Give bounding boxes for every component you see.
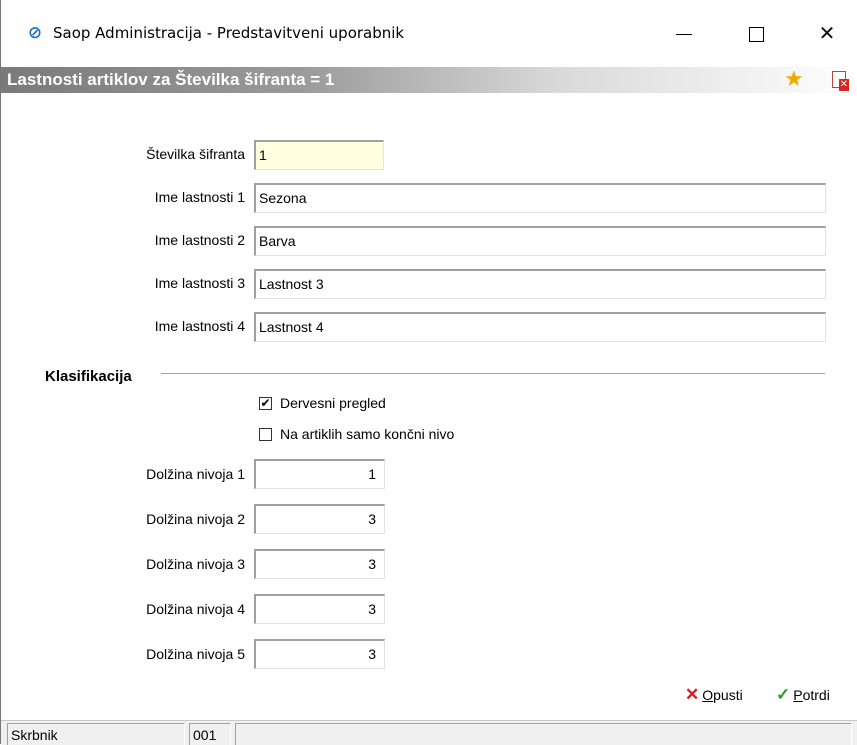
level-label-2: Dolžina nivoja 2 — [146, 511, 245, 527]
minimize-button[interactable] — [661, 15, 707, 51]
koncni-nivo-checkbox[interactable] — [259, 428, 272, 441]
close-button[interactable]: ✕ — [804, 15, 850, 51]
level-label-5: Dolžina nivoja 5 — [146, 646, 245, 662]
form-title: Lastnosti artiklov za Številka šifranta … — [7, 70, 335, 89]
application-window: ⊘ Saop Administracija - Predstavitveni u… — [0, 0, 857, 745]
level-3-field[interactable]: 3 — [254, 549, 385, 579]
confirm-button[interactable]: ✓ Potrdi — [776, 685, 830, 705]
ime-lastnosti-1-field[interactable]: Sezona — [254, 183, 826, 213]
maximize-button[interactable] — [733, 15, 779, 51]
status-user: Skrbnik — [7, 723, 185, 745]
field-label-ime-lastnosti-2: Ime lastnosti 2 — [154, 232, 245, 248]
close-icon: ✕ — [818, 21, 836, 45]
status-code: 001 — [189, 723, 231, 745]
status-extra — [235, 723, 852, 745]
cancel-button[interactable]: ✕ Opusti — [685, 685, 743, 705]
level-label-1: Dolžina nivoja 1 — [146, 466, 245, 482]
dervesni-pregled-checkbox[interactable]: ✔ — [259, 397, 272, 410]
ime-lastnosti-2-field[interactable]: Barva — [254, 226, 826, 256]
window-title: Saop Administracija - Predstavitveni upo… — [53, 24, 405, 42]
section-divider — [161, 373, 825, 375]
level-label-4: Dolžina nivoja 4 — [146, 601, 245, 617]
title-bar: ⊘ Saop Administracija - Predstavitveni u… — [1, 0, 857, 67]
field-label-ime-lastnosti-1: Ime lastnosti 1 — [154, 189, 245, 205]
maximize-icon — [748, 27, 764, 42]
saop-logo-icon: ⊘ — [27, 23, 43, 43]
cancel-x-icon: ✕ — [685, 685, 700, 704]
koncni-nivo-label[interactable]: Na artiklih samo končni nivo — [280, 426, 454, 442]
status-bar: Skrbnik 001 — [1, 720, 857, 745]
stevilka-sifranta-field[interactable]: 1 — [254, 140, 384, 170]
ime-lastnosti-3-field[interactable]: Lastnost 3 — [254, 269, 826, 299]
field-label-stevilka-sifranta: Številka šifranta — [146, 146, 245, 162]
field-label-ime-lastnosti-3: Ime lastnosti 3 — [154, 275, 245, 291]
checkmark-icon: ✓ — [776, 685, 791, 704]
delete-document-icon[interactable] — [832, 71, 849, 91]
level-label-3: Dolžina nivoja 3 — [146, 556, 245, 572]
confirm-label: Potrdi — [793, 687, 830, 703]
dervesni-pregled-label[interactable]: Dervesni pregled — [280, 395, 386, 411]
field-label-ime-lastnosti-4: Ime lastnosti 4 — [154, 318, 245, 334]
klasifikacija-heading: Klasifikacija — [45, 368, 132, 385]
level-5-field[interactable]: 3 — [254, 639, 385, 669]
cancel-label: Opusti — [702, 687, 743, 703]
level-4-field[interactable]: 3 — [254, 594, 385, 624]
level-1-field[interactable]: 1 — [254, 459, 385, 489]
minimize-icon — [676, 34, 692, 35]
ime-lastnosti-4-field[interactable]: Lastnost 4 — [254, 312, 826, 342]
form-header: Lastnosti artiklov za Številka šifranta … — [1, 67, 857, 93]
level-2-field[interactable]: 3 — [254, 504, 385, 534]
star-icon[interactable]: ★ — [784, 67, 804, 93]
